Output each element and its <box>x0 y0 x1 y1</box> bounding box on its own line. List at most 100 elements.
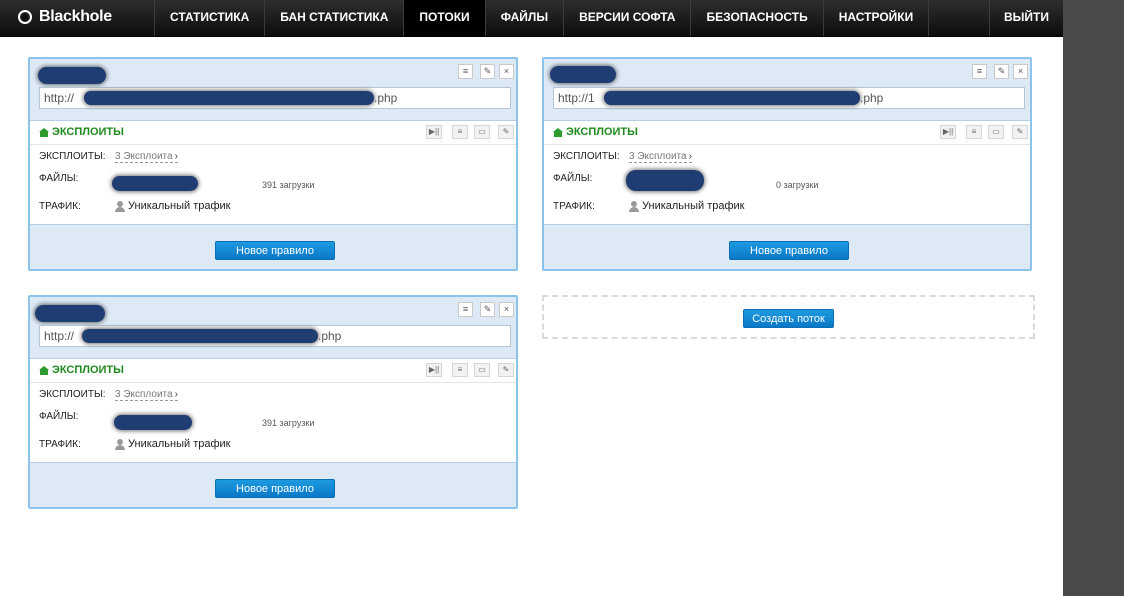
house-icon <box>39 365 49 375</box>
nav-item-software-versions[interactable]: ВЕРСИИ СОФТА <box>563 0 690 36</box>
stream-header: ≡ ✎ × http:// .php <box>30 59 516 120</box>
exploits-section: ЭКСПЛОИТЫ ▶|| ≡ ▭ ✎ ЭКСПЛОИТЫ: 3 Эксплои… <box>30 358 516 463</box>
exploits-section: ЭКСПЛОИТЫ ▶|| ≡ ▭ ✎ ЭКСПЛОИТЫ: 3 Эксплои… <box>544 120 1030 225</box>
url-prefix: http:// <box>44 329 75 343</box>
list-icon[interactable]: ≡ <box>458 64 473 79</box>
list-icon[interactable]: ≡ <box>972 64 987 79</box>
logo-icon <box>18 10 32 24</box>
page: Blackhole СТАТИСТИКА БАН СТАТИСТИКА ПОТО… <box>0 0 1063 596</box>
nav-item-settings[interactable]: НАСТРОЙКИ <box>822 0 930 36</box>
nav-item-statistics[interactable]: СТАТИСТИКА <box>154 0 264 36</box>
exploits-link[interactable]: 3 Эксплоита › <box>115 389 178 401</box>
files-label: ФАЙЛЫ: <box>39 173 79 184</box>
exploits-title-label: ЭКСПЛОИТЫ <box>52 364 124 376</box>
url-suffix: .php <box>318 329 342 343</box>
close-icon[interactable]: × <box>1013 64 1028 79</box>
traffic-value-text: Уникальный трафик <box>128 200 231 212</box>
play-pause-icon[interactable]: ▶|| <box>426 125 442 139</box>
url-suffix: .php <box>860 91 884 105</box>
nav-item-streams[interactable]: ПОТОКИ <box>403 0 485 36</box>
traffic-value-text: Уникальный трафик <box>128 438 231 450</box>
house-icon <box>39 127 49 137</box>
redacted-file-name <box>626 170 704 191</box>
downloads-count: 0 загрузки <box>776 180 819 190</box>
logout-button[interactable]: ВЫЙТИ <box>989 0 1063 36</box>
window-icon[interactable]: ▭ <box>988 125 1004 139</box>
wrench-icon[interactable]: ✎ <box>498 363 514 377</box>
exploits-label: ЭКСПЛОИТЫ: <box>39 151 106 162</box>
exploits-label: ЭКСПЛОИТЫ: <box>39 389 106 400</box>
close-icon[interactable]: × <box>499 302 514 317</box>
redacted-url <box>82 329 318 343</box>
url-prefix: http:// <box>44 91 75 105</box>
traffic-value: Уникальный трафик <box>629 200 745 212</box>
url-prefix: http://1 <box>558 91 595 105</box>
url-suffix: .php <box>374 91 398 105</box>
stream-panel: ≡ ✎ × http:// .php ЭКСПЛОИТЫ ▶|| ≡ ▭ ✎ Э… <box>28 295 518 509</box>
new-rule-button[interactable]: Новое правило <box>215 479 335 498</box>
list-icon[interactable]: ≡ <box>458 302 473 317</box>
files-label: ФАЙЛЫ: <box>553 173 593 184</box>
downloads-count: 391 загрузки <box>262 418 315 428</box>
redacted-url <box>604 91 860 105</box>
user-icon <box>115 200 125 212</box>
redacted-stream-name <box>550 66 616 83</box>
window-icon[interactable]: ▭ <box>474 125 490 139</box>
house-icon <box>553 127 563 137</box>
exploits-link[interactable]: 3 Эксплоита › <box>115 151 178 163</box>
nav-item-files[interactable]: ФАЙЛЫ <box>484 0 563 36</box>
traffic-value: Уникальный трафик <box>115 200 231 212</box>
redacted-stream-name <box>35 305 105 322</box>
redacted-stream-name <box>38 67 106 84</box>
chevron-right-icon: › <box>174 389 178 400</box>
exploits-link-text: 3 Эксплоита <box>115 151 173 162</box>
traffic-label: ТРАФИК: <box>39 201 81 212</box>
stream-header: ≡ ✎ × http:// .php <box>30 297 516 358</box>
logo[interactable]: Blackhole <box>18 6 112 28</box>
create-stream-button[interactable]: Создать поток <box>743 309 834 328</box>
exploits-link[interactable]: 3 Эксплоита › <box>629 151 692 163</box>
chevron-right-icon: › <box>174 151 178 162</box>
redacted-file-name <box>112 176 198 191</box>
stream-header: ≡ ✎ × http://1 .php <box>544 59 1030 120</box>
new-rule-button[interactable]: Новое правило <box>729 241 849 260</box>
stream-url-field[interactable]: http:// .php <box>39 87 511 109</box>
wrench-icon[interactable]: ✎ <box>480 64 495 79</box>
wrench-icon[interactable]: ✎ <box>498 125 514 139</box>
list-icon[interactable]: ≡ <box>452 363 468 377</box>
exploits-section: ЭКСПЛОИТЫ ▶|| ≡ ▭ ✎ ЭКСПЛОИТЫ: 3 Эксплои… <box>30 120 516 225</box>
list-icon[interactable]: ≡ <box>452 125 468 139</box>
downloads-count: 391 загрузки <box>262 180 315 190</box>
wrench-icon[interactable]: ✎ <box>994 64 1009 79</box>
user-icon <box>115 438 125 450</box>
nav-item-security[interactable]: БЕЗОПАСНОСТЬ <box>690 0 822 36</box>
stream-panel: ≡ ✎ × http:// .php ЭКСПЛОИТЫ ▶|| ≡ ▭ ✎ Э… <box>28 57 518 271</box>
play-pause-icon[interactable]: ▶|| <box>940 125 956 139</box>
create-stream-placeholder: Создать поток <box>542 295 1035 339</box>
wrench-icon[interactable]: ✎ <box>1012 125 1028 139</box>
main-nav: СТАТИСТИКА БАН СТАТИСТИКА ПОТОКИ ФАЙЛЫ В… <box>154 0 930 36</box>
redacted-file-name <box>114 415 192 430</box>
play-pause-icon[interactable]: ▶|| <box>426 363 442 377</box>
exploits-title-label: ЭКСПЛОИТЫ <box>52 126 124 138</box>
stream-url-field[interactable]: http:// .php <box>39 325 511 347</box>
traffic-value-text: Уникальный трафик <box>642 200 745 212</box>
wrench-icon[interactable]: ✎ <box>480 302 495 317</box>
new-rule-button[interactable]: Новое правило <box>215 241 335 260</box>
window-icon[interactable]: ▭ <box>474 363 490 377</box>
files-label: ФАЙЛЫ: <box>39 411 79 422</box>
stream-url-field[interactable]: http://1 .php <box>553 87 1025 109</box>
redacted-url <box>84 91 374 105</box>
list-icon[interactable]: ≡ <box>966 125 982 139</box>
exploits-title: ЭКСПЛОИТЫ <box>553 126 638 138</box>
nav-item-ban-statistics[interactable]: БАН СТАТИСТИКА <box>264 0 403 36</box>
exploits-link-text: 3 Эксплоита <box>629 151 687 162</box>
chevron-right-icon: › <box>688 151 692 162</box>
traffic-label: ТРАФИК: <box>39 439 81 450</box>
divider <box>544 144 1030 145</box>
user-icon <box>629 200 639 212</box>
exploits-link-text: 3 Эксплоита <box>115 389 173 400</box>
close-icon[interactable]: × <box>499 64 514 79</box>
exploits-title-label: ЭКСПЛОИТЫ <box>566 126 638 138</box>
exploits-title: ЭКСПЛОИТЫ <box>39 364 124 376</box>
